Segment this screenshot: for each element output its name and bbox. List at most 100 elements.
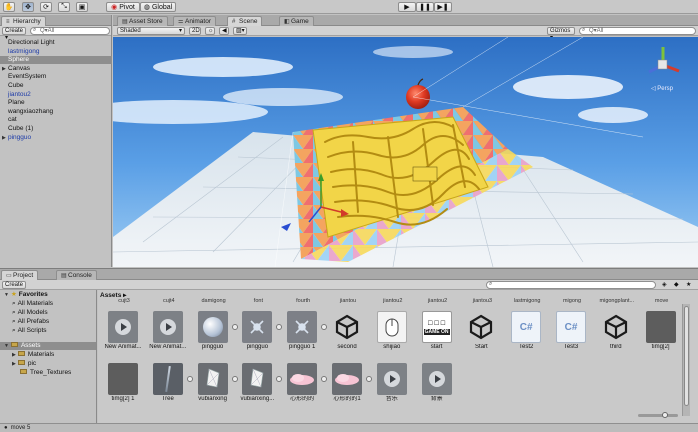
favorites-header[interactable]: ▼ ★ Favorites — [4, 291, 48, 299]
asset-label-truncated[interactable]: migong — [550, 298, 594, 304]
hierarchy-item[interactable]: EventSystem — [0, 73, 112, 81]
pivot-toggle[interactable]: ◉ Pivot — [106, 2, 140, 12]
hierarchy-item[interactable]: ▶ pingguo — [0, 134, 112, 142]
scene-viewport[interactable]: ◁ Persp — [113, 37, 698, 267]
asset-item[interactable]: shijiao — [369, 311, 415, 351]
hierarchy-item[interactable]: wangxiaozhang — [0, 108, 112, 116]
scene-search-input[interactable]: ⌕ Q▾All — [579, 27, 696, 35]
asset-item[interactable]: 背景 — [414, 363, 460, 403]
scale-tool-button[interactable]: ⤡ — [58, 2, 70, 12]
asset-item[interactable]: Start — [458, 311, 504, 351]
tab-asset-store[interactable]: ▤Asset Store — [117, 16, 168, 26]
hand-tool-button[interactable]: ✋ — [3, 2, 15, 12]
tab-scene[interactable]: # Scene — [227, 16, 263, 26]
hierarchy-item[interactable]: Sphere — [0, 56, 112, 65]
hierarchy-item[interactable]: lastmigong — [0, 48, 112, 56]
asset-item[interactable]: timg[2] 1 — [100, 363, 146, 403]
asset-label-truncated[interactable]: lastmigong — [505, 298, 549, 304]
asset-label-truncated[interactable]: move — [640, 298, 684, 304]
hierarchy-item[interactable]: jiantou2 — [0, 91, 112, 99]
fav-all-materials[interactable]: ⌕ All Materials — [12, 300, 53, 308]
persp-label[interactable]: ◁ Persp — [651, 85, 673, 92]
hierarchy-item[interactable]: Plane — [0, 99, 112, 107]
asset-item[interactable]: pingguo — [190, 311, 238, 351]
asset-item[interactable]: ☐ ☐ ☐ GAME ON start — [414, 311, 460, 351]
asset-item[interactable]: pingguo — [234, 311, 283, 351]
shading-dropdown[interactable]: Shaded ▾ — [117, 27, 185, 35]
asset-item[interactable]: second — [324, 311, 370, 351]
asset-label-truncated[interactable]: damigong — [192, 298, 236, 304]
hierarchy-item[interactable]: cat — [0, 116, 112, 124]
folder-tree-textures[interactable]: Tree_Textures — [20, 369, 71, 377]
fav-all-scripts[interactable]: ⌕ All Scripts — [12, 327, 47, 335]
tab-hierarchy[interactable]: ≡ Hierarchy — [1, 16, 46, 26]
rect-tool-button[interactable]: ▣ — [76, 2, 88, 12]
asset-label-truncated[interactable]: cujt4 — [147, 298, 191, 304]
asset-label-truncated[interactable]: font — [236, 298, 280, 304]
global-toggle[interactable]: ◍ Global — [140, 2, 176, 12]
prefab-thumb — [242, 311, 273, 343]
rotate-tool-button[interactable]: ⟳ — [40, 2, 52, 12]
hierarchy-item[interactable]: Directional Light — [0, 39, 112, 47]
asset-item[interactable]: C# Test3 — [548, 311, 594, 351]
asset-item[interactable]: 音乐 — [369, 363, 415, 403]
tree-icon — [164, 365, 171, 393]
pause-button[interactable]: ❚❚ — [416, 2, 434, 12]
hierarchy-item[interactable]: ▶ Canvas — [0, 65, 112, 73]
asset-label-truncated[interactable]: fourth — [281, 298, 325, 304]
chevron-right-icon[interactable]: ▶ — [2, 134, 6, 142]
tab-console[interactable]: ▤Console — [56, 270, 97, 280]
effects-dropdown[interactable]: ▨▾ — [233, 27, 247, 35]
asset-item[interactable]: 心形的的 — [279, 363, 328, 403]
asset-label-truncated[interactable]: migongplant... — [595, 298, 639, 304]
asset-item[interactable]: C# Test2 — [503, 311, 549, 351]
project-search-input[interactable]: ⌕ — [486, 281, 656, 289]
hierarchy-item[interactable]: Cube — [0, 82, 112, 90]
folder-pic[interactable]: ▶ pic — [12, 360, 36, 368]
play-button[interactable]: ▶ — [398, 2, 416, 12]
tab-animator[interactable]: ⚌ Animator — [173, 16, 217, 26]
crystal-icon — [206, 368, 219, 388]
hierarchy-item[interactable]: Cube (1) — [0, 125, 112, 133]
chevron-right-icon[interactable]: ▶ — [2, 65, 6, 73]
search-by-type-icon[interactable]: ◈ — [662, 281, 667, 288]
step-button[interactable]: ▶❚ — [434, 2, 452, 12]
tab-game[interactable]: ◧Game — [279, 16, 314, 26]
asset-label-truncated[interactable]: jiantou3 — [460, 298, 504, 304]
gizmos-dropdown[interactable]: Gizmos ▾ — [547, 27, 575, 41]
folder-materials[interactable]: ▶ Materials — [12, 351, 54, 359]
tab-project[interactable]: ▭Project — [1, 270, 39, 280]
asset-item[interactable]: New Animat... — [100, 311, 146, 351]
icon-size-slider[interactable] — [638, 412, 678, 418]
asset-label: third — [609, 344, 622, 350]
lighting-toggle[interactable]: ☼ — [205, 27, 215, 35]
asset-label-truncated[interactable]: jiantou — [326, 298, 370, 304]
asset-item[interactable]: Tree — [145, 363, 193, 403]
asset-item[interactable]: 心形的的1 — [324, 363, 372, 403]
audio-toggle[interactable]: ◀ — [219, 27, 229, 35]
search-by-label-icon[interactable]: ◆ — [674, 281, 679, 288]
hierarchy-search-input[interactable]: ⌕ Q▾All — [30, 27, 110, 35]
asset-scrollbar[interactable] — [682, 304, 690, 416]
project-create-dropdown[interactable]: Create ▾ — [2, 281, 26, 295]
icon-size-slider-knob[interactable] — [662, 412, 668, 418]
asset-scrollbar-thumb[interactable] — [684, 306, 689, 406]
2d-toggle[interactable]: 2D — [189, 27, 201, 35]
favorite-star-icon[interactable]: ★ — [686, 281, 691, 288]
asset-item[interactable]: vubianxing... — [234, 363, 283, 403]
fav-all-prefabs[interactable]: ⌕ All Prefabs — [12, 318, 49, 326]
asset-item[interactable]: New Animat... — [145, 311, 191, 351]
asset-item[interactable]: pingguo 1 — [279, 311, 328, 351]
asset-item[interactable]: vubianxing — [190, 363, 238, 403]
asset-label-truncated[interactable]: cujt3 — [102, 298, 146, 304]
fav-all-models[interactable]: ⌕ All Models — [12, 309, 48, 317]
status-bar: ● move 5 — [0, 423, 698, 432]
hierarchy-create-dropdown[interactable]: Create ▾ — [2, 27, 26, 41]
assets-root-folder[interactable]: ▼ Assets — [0, 342, 96, 350]
asset-item[interactable]: timg[2] — [638, 311, 684, 351]
asset-item[interactable]: third — [593, 311, 639, 351]
unity-scene-thumb — [601, 311, 631, 343]
asset-label-truncated[interactable]: jiantou2 — [371, 298, 415, 304]
move-tool-button[interactable]: ✥ — [22, 2, 34, 12]
asset-label-truncated[interactable]: jiantou2 — [416, 298, 460, 304]
